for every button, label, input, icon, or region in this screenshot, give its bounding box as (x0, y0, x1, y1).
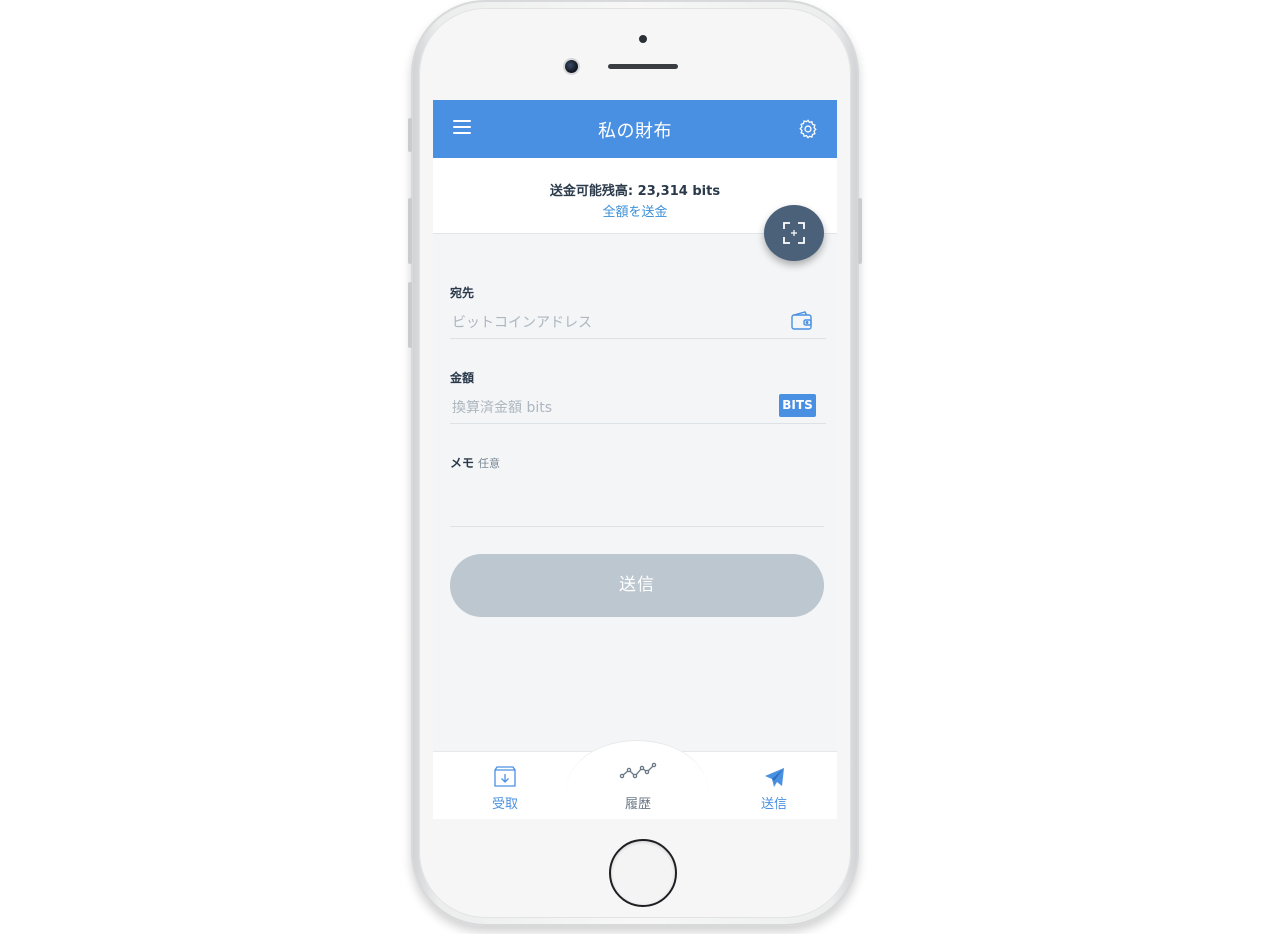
chart-line-icon (619, 762, 657, 779)
power-button (858, 198, 862, 264)
gear-icon[interactable] (797, 118, 819, 140)
front-camera (565, 60, 578, 73)
amount-input[interactable] (450, 393, 826, 424)
memo-label: メモ 任意 (450, 454, 500, 471)
memo-label-text: メモ (450, 456, 475, 470)
earpiece-speaker (608, 64, 678, 69)
tab-receive[interactable]: 受取 (455, 752, 555, 819)
app-header: 私の財布 (433, 100, 837, 158)
memo-input[interactable] (450, 478, 824, 527)
recipient-address-input[interactable] (450, 308, 826, 339)
send-button[interactable]: 送信 (450, 554, 824, 617)
home-button[interactable] (609, 839, 677, 907)
tab-send-label: 送信 (760, 797, 787, 812)
page-title: 私の財布 (598, 121, 672, 142)
tab-history[interactable]: 履歴 (588, 752, 688, 819)
app-screen: 私の財布 送金可能残高: 23,314 bits 全額を送金 宛先 ビットコイン… (433, 100, 837, 819)
front-sensor (639, 35, 647, 43)
tab-receive-label: 受取 (491, 797, 518, 812)
amount-label: 金額 (450, 371, 475, 385)
scan-icon (783, 222, 805, 244)
scan-qr-button[interactable] (764, 205, 824, 261)
mute-switch (408, 118, 412, 152)
paper-plane-icon (765, 768, 784, 787)
unit-toggle-button[interactable]: BITS (779, 394, 816, 417)
tab-send[interactable]: 送信 (724, 752, 824, 819)
available-balance: 送金可能残高: 23,314 bits (549, 184, 721, 199)
tab-history-label: 履歴 (624, 797, 651, 812)
bottom-tab-bar: 受取 履歴 送信 (433, 740, 837, 819)
volume-down-button (408, 282, 412, 348)
inbox-download-icon (494, 766, 516, 787)
wallet-icon[interactable] (791, 311, 813, 331)
recipient-label: 宛先 (450, 286, 475, 300)
volume-up-button (408, 198, 412, 264)
memo-optional-text: 任意 (478, 457, 501, 470)
